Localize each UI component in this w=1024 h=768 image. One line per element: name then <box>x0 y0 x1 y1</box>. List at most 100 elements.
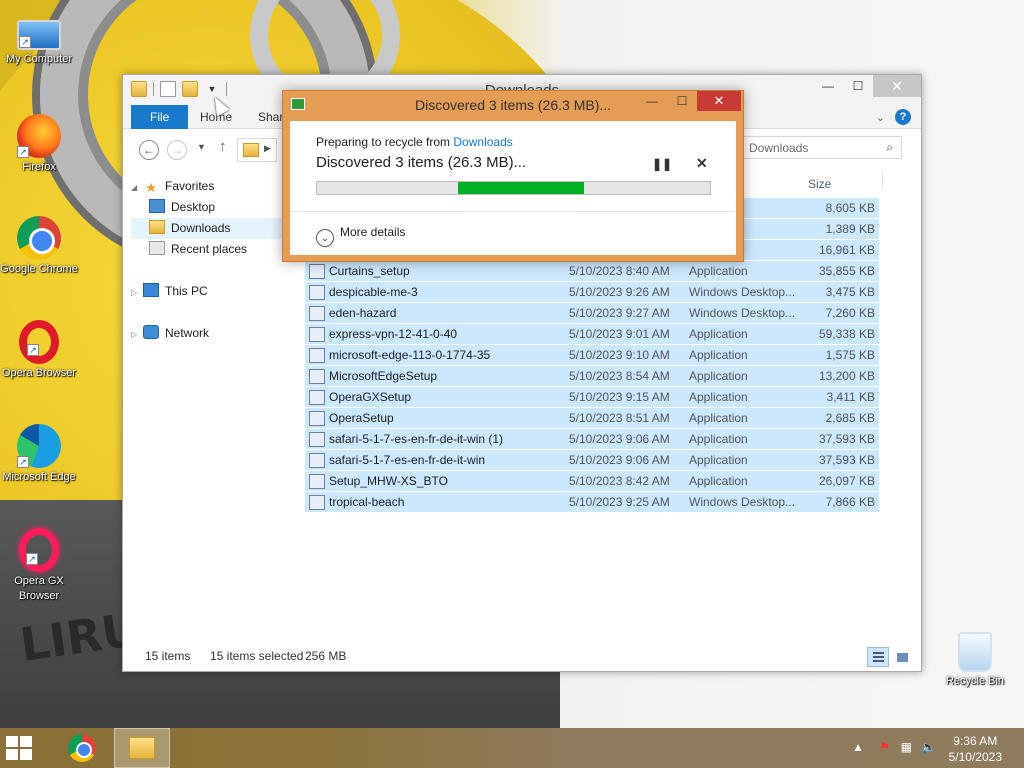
tab-file[interactable]: File <box>131 105 189 129</box>
expand-triangle-icon[interactable]: ▷ <box>131 324 143 345</box>
taskbar-file-explorer[interactable] <box>114 728 170 768</box>
clock-time: 9:36 AM <box>953 734 998 748</box>
table-row[interactable]: microsoft-edge-113-0-1774-35 5/10/2023 9… <box>305 345 879 366</box>
file-date: 5/10/2023 9:15 AM <box>569 390 670 404</box>
nav-recent-places[interactable]: Recent places <box>149 239 247 260</box>
nav-this-pc[interactable]: ▷ This PC <box>131 281 208 302</box>
selection-size: 256 MB <box>305 649 347 663</box>
minimize-button[interactable]: — <box>813 75 843 97</box>
desktop-icon-my-computer[interactable]: ↗ My Computer <box>0 12 78 67</box>
breadcrumb-chevron-icon[interactable]: ▶ <box>264 143 271 154</box>
application-icon <box>309 369 325 384</box>
details-view-button[interactable] <box>867 647 889 667</box>
status-bar: 15 items 15 items selected 256 MB <box>123 641 921 671</box>
file-size: 2,685 KB <box>825 411 875 425</box>
file-size: 37,593 KB <box>818 432 875 446</box>
close-button[interactable]: ✕ <box>873 75 921 97</box>
file-date: 5/10/2023 9:06 AM <box>569 432 670 446</box>
help-icon[interactable]: ? <box>895 109 911 125</box>
column-divider[interactable] <box>882 171 883 189</box>
dialog-window-controls: — ☐ ✕ <box>637 91 741 111</box>
recent-locations-chevron-icon[interactable]: ▼ <box>197 142 206 152</box>
desktop-icon-label: My Computer <box>5 53 73 65</box>
start-button[interactable] <box>6 736 36 762</box>
maximize-button[interactable]: ☐ <box>843 75 873 97</box>
file-size: 13,200 KB <box>818 369 875 383</box>
table-row[interactable]: despicable-me-3 5/10/2023 9:26 AM Window… <box>305 282 879 303</box>
application-icon <box>309 348 325 363</box>
image-file-icon <box>309 495 325 510</box>
operation-prefix: Preparing to recycle from <box>316 135 454 149</box>
desktop-icon-chrome[interactable]: Google Chrome <box>0 216 78 277</box>
table-row[interactable]: MicrosoftEdgeSetup 5/10/2023 8:54 AM App… <box>305 366 879 387</box>
column-header-size[interactable]: Size <box>808 177 831 191</box>
table-row[interactable]: OperaGXSetup 5/10/2023 9:15 AM Applicati… <box>305 387 879 408</box>
file-name: Setup_MHW-XS_BTO <box>329 474 448 488</box>
file-type: Application <box>689 474 748 488</box>
table-row[interactable]: eden-hazard 5/10/2023 9:27 AM Windows De… <box>305 303 879 324</box>
minimize-button[interactable]: — <box>637 91 667 111</box>
file-name: MicrosoftEdgeSetup <box>329 369 438 383</box>
back-button[interactable]: ← <box>139 140 159 160</box>
table-row[interactable]: safari-5-1-7-es-en-fr-de-it-win (1) 5/10… <box>305 429 879 450</box>
desktop-icon-opera-gx[interactable]: ↗ Opera GX Browser <box>0 528 78 604</box>
pause-button[interactable]: ❚❚ <box>652 157 672 171</box>
nav-desktop[interactable]: Desktop <box>149 197 215 218</box>
table-row[interactable]: Curtains_setup 5/10/2023 8:40 AM Applica… <box>305 261 879 282</box>
address-bar[interactable]: ▶ <box>237 138 277 162</box>
taskbar-clock[interactable]: 9:36 AM 5/10/2023 <box>949 733 1002 765</box>
action-center-flag-icon[interactable]: ⚑ <box>879 740 890 754</box>
file-date: 5/10/2023 8:40 AM <box>569 264 670 278</box>
table-row[interactable]: tropical-beach 5/10/2023 9:25 AM Windows… <box>305 492 879 513</box>
close-button[interactable]: ✕ <box>697 91 741 111</box>
table-row[interactable]: safari-5-1-7-es-en-fr-de-it-win 5/10/202… <box>305 450 879 471</box>
file-date: 5/10/2023 9:27 AM <box>569 306 670 320</box>
expand-ribbon-chevron-icon[interactable]: ⌄ <box>876 111 885 124</box>
up-button[interactable]: ↑ <box>219 138 227 155</box>
recycle-progress-dialog: Discovered 3 items (26.3 MB)... — ☐ ✕ Pr… <box>282 90 744 262</box>
file-date: 5/10/2023 9:25 AM <box>569 495 670 509</box>
more-details-button[interactable]: ⌄ More details <box>316 225 405 247</box>
taskbar-chrome[interactable] <box>56 728 108 768</box>
nav-network[interactable]: ▷ Network <box>131 323 209 344</box>
large-icons-view-button[interactable] <box>891 647 913 667</box>
file-name: microsoft-edge-113-0-1774-35 <box>329 348 491 362</box>
cancel-button[interactable]: ✕ <box>696 155 708 172</box>
ribbon-controls: ⌄ ? <box>876 109 911 125</box>
operation-description: Preparing to recycle from Downloads <box>316 135 513 149</box>
collapse-triangle-icon[interactable]: ◢ <box>131 177 143 198</box>
network-status-icon[interactable]: ▦ <box>901 740 912 754</box>
desktop-icon-label: Opera GX Browser <box>14 575 64 602</box>
search-input[interactable]: Downloads ⌕ <box>740 136 902 159</box>
downloads-folder-icon <box>149 220 165 234</box>
volume-muted-icon[interactable]: 🔈 <box>921 740 936 754</box>
maximize-button[interactable]: ☐ <box>667 91 697 111</box>
search-icon[interactable]: ⌕ <box>886 140 893 155</box>
table-row[interactable]: express-vpn-12-41-0-40 5/10/2023 9:01 AM… <box>305 324 879 345</box>
opera-gx-icon: ↗ <box>19 528 59 572</box>
desktop-icon-recycle-bin[interactable]: Recycle Bin <box>936 632 1014 689</box>
expand-triangle-icon[interactable]: ▷ <box>131 282 143 303</box>
nav-item-label: Favorites <box>165 179 215 193</box>
table-row[interactable]: OperaSetup 5/10/2023 8:51 AM Application… <box>305 408 879 429</box>
nav-favorites[interactable]: ◢ ★ Favorites <box>131 176 214 197</box>
file-size: 1,389 KB <box>825 222 875 236</box>
table-row[interactable]: Setup_MHW-XS_BTO 5/10/2023 8:42 AM Appli… <box>305 471 879 492</box>
file-size: 1,575 KB <box>825 348 875 362</box>
file-size: 3,411 KB <box>826 390 875 404</box>
forward-button[interactable]: → <box>167 140 187 160</box>
file-name: eden-hazard <box>329 306 397 320</box>
desktop-icon-firefox[interactable]: ↗ Firefox <box>0 114 78 175</box>
nav-downloads[interactable]: Downloads <box>131 218 291 239</box>
file-explorer-icon <box>129 737 155 759</box>
source-folder-link[interactable]: Downloads <box>453 135 512 149</box>
firefox-icon: ↗ <box>17 114 61 158</box>
application-icon <box>309 432 325 447</box>
desktop-icon-opera[interactable]: ↗ Opera Browser <box>0 320 78 381</box>
show-hidden-icons-chevron-icon[interactable]: ▲ <box>852 740 864 754</box>
file-type: Windows Desktop... <box>689 495 796 509</box>
file-date: 5/10/2023 9:26 AM <box>569 285 670 299</box>
file-name: OperaSetup <box>329 411 394 425</box>
desktop-icon-edge[interactable]: ↗ Microsoft Edge <box>0 424 78 485</box>
file-date: 5/10/2023 9:06 AM <box>569 453 670 467</box>
